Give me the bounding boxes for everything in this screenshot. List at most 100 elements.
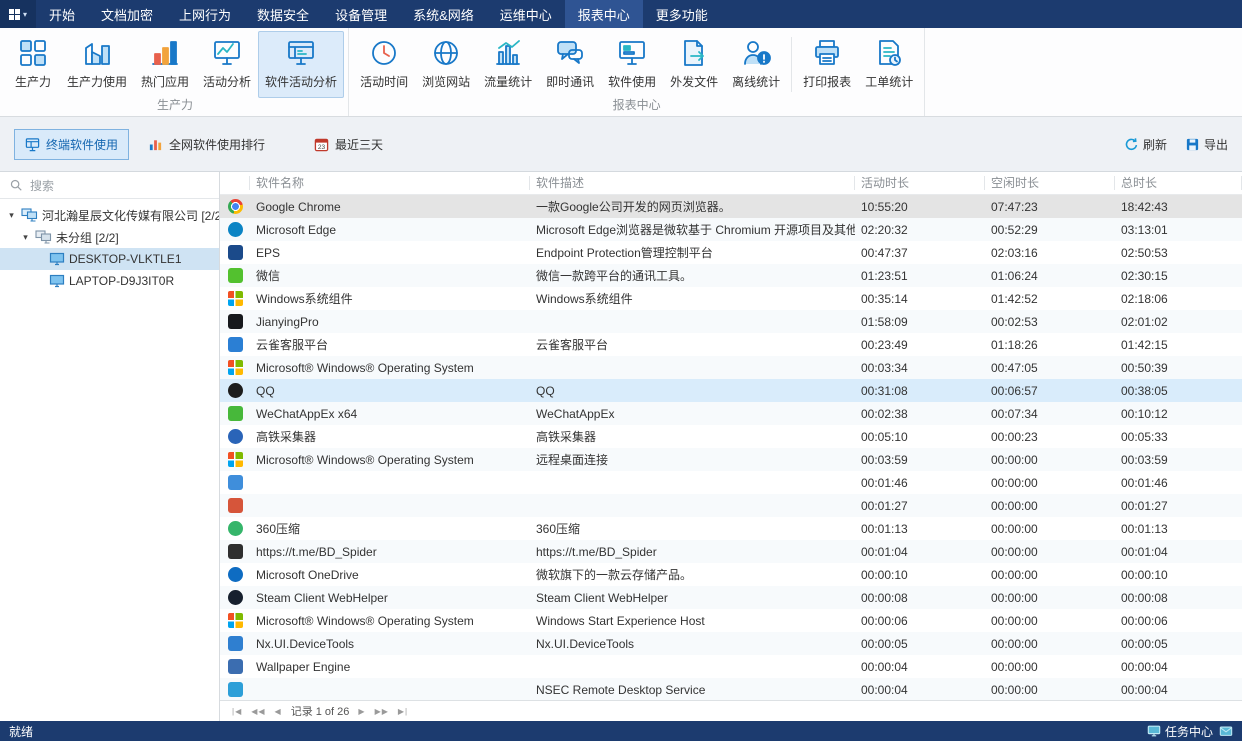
tree-node-laptop-d9j3it0r[interactable]: LAPTOP-D9J3IT0R <box>0 270 219 292</box>
table-row[interactable]: 00:01:4600:00:0000:01:46 <box>220 471 1242 494</box>
cell-idle: 00:00:00 <box>985 522 1115 536</box>
table-row[interactable]: Steam Client WebHelperSteam Client WebHe… <box>220 586 1242 609</box>
pager-first-button[interactable]: |◀ <box>232 707 242 716</box>
ribbon-tool-printer[interactable]: 打印报表 <box>796 31 858 98</box>
pager-prev-fast-button[interactable]: ◀◀ <box>251 707 265 716</box>
column-header-active[interactable]: 活动时长 <box>855 176 985 190</box>
task-center-button[interactable]: 任务中心 <box>1147 723 1213 740</box>
table-row[interactable]: 云雀客服平台云雀客服平台00:23:4901:18:2601:42:15 <box>220 333 1242 356</box>
cell-idle: 01:06:24 <box>985 269 1115 283</box>
menu-item-7[interactable]: 报表中心 <box>565 0 643 28</box>
tree-node-company[interactable]: ▾河北瀚星辰文化传媒有限公司 [2/2] <box>0 204 219 226</box>
column-header-name[interactable]: 软件名称 <box>250 176 530 190</box>
table-row[interactable]: WeChatAppEx x64WeChatAppEx00:02:3800:07:… <box>220 402 1242 425</box>
message-icon[interactable] <box>1219 724 1233 738</box>
ribbon-tool-chat[interactable]: 即时通讯 <box>539 31 601 98</box>
column-header-desc[interactable]: 软件描述 <box>530 176 855 190</box>
table-row[interactable]: 微信微信一款跨平台的通讯工具。01:23:5101:06:2402:30:15 <box>220 264 1242 287</box>
ribbon-tool-software-usage[interactable]: 软件使用 <box>601 31 663 98</box>
ribbon-tool-offline-stats[interactable]: 离线统计 <box>725 31 787 98</box>
cell-desc: Steam Client WebHelper <box>530 591 855 605</box>
cell-name: https://t.me/BD_Spider <box>250 545 530 559</box>
expander-icon[interactable]: ▾ <box>20 232 31 243</box>
ribbon-tool-file-send[interactable]: 外发文件 <box>663 31 725 98</box>
menu-item-2[interactable]: 上网行为 <box>166 0 244 28</box>
cell-total: 02:18:06 <box>1115 292 1242 306</box>
table-row[interactable]: Windows系统组件Windows系统组件00:35:1401:42:5202… <box>220 287 1242 310</box>
tab-network-software-ranking[interactable]: 全网软件使用排行 <box>137 129 276 160</box>
ribbon-tool-globe[interactable]: 浏览网站 <box>415 31 477 98</box>
cell-desc: QQ <box>530 384 855 398</box>
app-logo-icon <box>9 9 20 20</box>
edge-icon <box>228 222 243 237</box>
table-row[interactable]: NSEC Remote Desktop Service00:00:0400:00… <box>220 678 1242 700</box>
menu-item-6[interactable]: 运维中心 <box>487 0 565 28</box>
table-row[interactable]: 00:01:2700:00:0000:01:27 <box>220 494 1242 517</box>
app-window: 开始文档加密上网行为数据安全设备管理系统&网络运维中心报表中心更多功能 生产力生… <box>0 0 1242 741</box>
cell-active: 00:01:46 <box>855 476 985 490</box>
cell-idle: 00:00:00 <box>985 591 1115 605</box>
table-row[interactable]: https://t.me/BD_Spiderhttps://t.me/BD_Sp… <box>220 540 1242 563</box>
table-row[interactable]: Microsoft® Windows® Operating System远程桌面… <box>220 448 1242 471</box>
app-menu-button[interactable] <box>0 0 36 28</box>
table-row[interactable]: Microsoft® Windows® Operating SystemWind… <box>220 609 1242 632</box>
zip360-icon <box>228 521 243 536</box>
menu-item-5[interactable]: 系统&网络 <box>400 0 487 28</box>
menu-item-0[interactable]: 开始 <box>36 0 88 28</box>
date-filter-button[interactable]: 23 最近三天 <box>314 136 383 153</box>
table-row[interactable]: QQQQ00:31:0800:06:5700:38:05 <box>220 379 1242 402</box>
tab-terminal-software-usage[interactable]: 终端软件使用 <box>14 129 129 160</box>
export-button[interactable]: 导出 <box>1185 136 1228 153</box>
cell-desc: 远程桌面连接 <box>530 451 855 468</box>
app-icon-cell <box>220 291 250 306</box>
table-row[interactable]: JianyingPro01:58:0900:02:5302:01:02 <box>220 310 1242 333</box>
ribbon-tool-label: 即时通讯 <box>546 73 594 90</box>
table-row[interactable]: Nx.UI.DeviceToolsNx.UI.DeviceTools00:00:… <box>220 632 1242 655</box>
menu-item-4[interactable]: 设备管理 <box>322 0 400 28</box>
table-row[interactable]: EPSEndpoint Protection管理控制平台00:47:3702:0… <box>220 241 1242 264</box>
refresh-button[interactable]: 刷新 <box>1124 136 1167 153</box>
cell-idle: 07:47:23 <box>985 200 1115 214</box>
software-activity-icon <box>286 35 316 71</box>
pager-next-fast-button[interactable]: ▶▶ <box>375 707 389 716</box>
table-row[interactable]: 高铁采集器高铁采集器00:05:1000:00:2300:05:33 <box>220 425 1242 448</box>
cell-total: 00:50:39 <box>1115 361 1242 375</box>
ribbon-tool-productivity-usage[interactable]: 生产力使用 <box>60 31 134 98</box>
ribbon-tool-software-activity[interactable]: 软件活动分析 <box>258 31 344 98</box>
table-row[interactable]: Wallpaper Engine00:00:0400:00:0000:00:04 <box>220 655 1242 678</box>
ribbon-tool-traffic-stats[interactable]: 流量统计 <box>477 31 539 98</box>
cell-active: 00:47:37 <box>855 246 985 260</box>
menu-item-8[interactable]: 更多功能 <box>643 0 721 28</box>
table-row[interactable]: Microsoft OneDrive微软旗下的一款云存储产品。00:00:100… <box>220 563 1242 586</box>
app-icon-cell <box>220 475 250 490</box>
column-header-total[interactable]: 总时长 <box>1115 176 1242 190</box>
table-row[interactable]: Microsoft® Windows® Operating System00:0… <box>220 356 1242 379</box>
ribbon-tool-label: 生产力使用 <box>67 73 127 90</box>
software-table: Google Chrome一款Google公司开发的网页浏览器。10:55:20… <box>220 195 1242 700</box>
app-icon-cell <box>220 383 250 398</box>
column-header-idle[interactable]: 空闲时长 <box>985 176 1115 190</box>
tab-label: 终端软件使用 <box>46 136 118 153</box>
ribbon: 生产力生产力使用热门应用活动分析软件活动分析生产力活动时间浏览网站流量统计即时通… <box>0 28 1242 117</box>
pager-last-button[interactable]: ▶| <box>398 707 408 716</box>
pager-next-button[interactable]: ▶ <box>358 707 365 716</box>
search-box[interactable]: 搜索 <box>0 172 219 199</box>
ribbon-tool-activity-analysis[interactable]: 活动分析 <box>196 31 258 98</box>
menu-item-1[interactable]: 文档加密 <box>88 0 166 28</box>
ribbon-tool-clock[interactable]: 活动时间 <box>353 31 415 98</box>
menu-item-3[interactable]: 数据安全 <box>244 0 322 28</box>
cell-active: 00:00:04 <box>855 683 985 697</box>
tree-node-ungrouped[interactable]: ▾未分组 [2/2] <box>0 226 219 248</box>
offline-stats-icon <box>741 35 771 71</box>
ribbon-tool-hot-apps[interactable]: 热门应用 <box>134 31 196 98</box>
ribbon-tool-worksheet[interactable]: 工单统计 <box>858 31 920 98</box>
tree-node-desktop-vlktle1[interactable]: DESKTOP-VLKTLE1 <box>0 248 219 270</box>
table-row[interactable]: Google Chrome一款Google公司开发的网页浏览器。10:55:20… <box>220 195 1242 218</box>
ribbon-tool-productivity-grid[interactable]: 生产力 <box>6 31 60 98</box>
expander-icon[interactable]: ▾ <box>6 210 17 221</box>
cell-active: 00:35:14 <box>855 292 985 306</box>
table-row[interactable]: Microsoft EdgeMicrosoft Edge浏览器是微软基于 Chr… <box>220 218 1242 241</box>
tree-node-label: LAPTOP-D9J3IT0R <box>69 274 174 288</box>
table-row[interactable]: 360压缩360压缩00:01:1300:00:0000:01:13 <box>220 517 1242 540</box>
pager-prev-button[interactable]: ◀ <box>275 707 282 716</box>
